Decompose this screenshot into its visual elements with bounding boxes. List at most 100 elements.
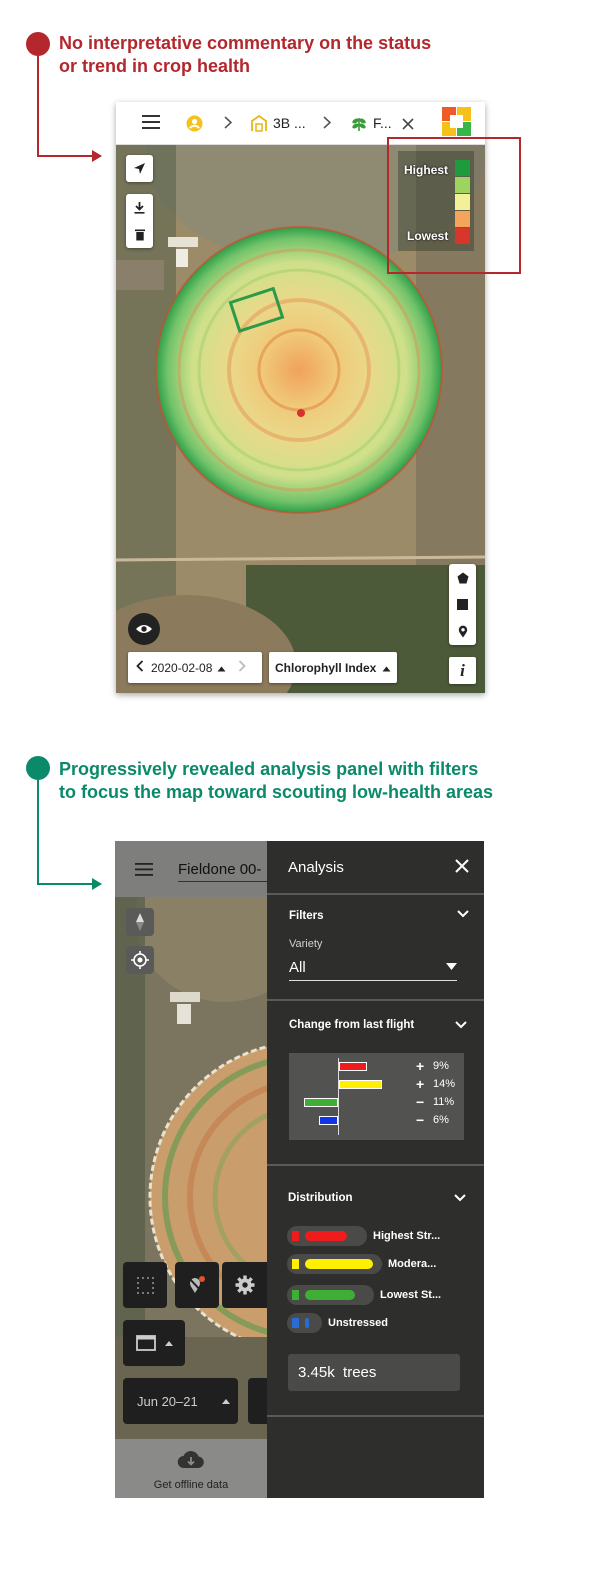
tree-count: 3.45k trees [298, 1364, 377, 1381]
chevron-down-icon[interactable] [455, 1021, 467, 1029]
change-bar [303, 1098, 338, 1107]
change-percent: 11% [433, 1096, 455, 1108]
grid-select-button[interactable] [123, 1262, 167, 1308]
change-percent: 9% [433, 1060, 449, 1072]
annotation-text-1: No interpretative commentary on the stat… [59, 32, 431, 78]
previous-date-button[interactable] [136, 660, 144, 675]
next-date-button[interactable] [238, 660, 247, 675]
breadcrumb-field[interactable]: F... [373, 115, 392, 131]
compass-button[interactable] [126, 908, 154, 936]
close-panel-button[interactable] [455, 859, 469, 878]
distribution-label: Lowest St... [380, 1289, 442, 1301]
distribution-row[interactable]: Highest Str... [287, 1226, 440, 1246]
caret-up-icon [217, 661, 226, 675]
header-bar: Fieldone 00- [115, 841, 267, 897]
tree-count-box: 3.45k trees [288, 1354, 460, 1391]
date-selector: 2020-02-08 [128, 652, 262, 683]
date-range-selector[interactable]: Jun 20–21 [123, 1378, 238, 1424]
annotation-connector [37, 50, 39, 156]
distribution-bar [287, 1285, 374, 1305]
close-icon[interactable] [402, 117, 414, 135]
settings-button[interactable] [222, 1262, 267, 1308]
distribution-fill [305, 1290, 355, 1300]
divider [267, 893, 484, 895]
analysis-panel: Analysis Filters Variety All Change from… [267, 841, 484, 1498]
change-bar [339, 1062, 367, 1071]
caret-up-icon [165, 1340, 173, 1346]
chevron-right-icon [323, 116, 332, 134]
change-sign: − [416, 1112, 425, 1128]
breadcrumb-farm[interactable]: 3B ... [273, 115, 306, 131]
barn-icon [250, 114, 268, 137]
chevron-down-icon[interactable] [457, 910, 469, 918]
download-button[interactable] [126, 194, 153, 221]
change-sign: − [416, 1094, 425, 1110]
square-icon [457, 599, 468, 610]
annotation-connector [37, 775, 39, 885]
distribution-fill [305, 1259, 373, 1269]
leaf-icon [350, 114, 368, 137]
distribution-swatch [292, 1231, 299, 1241]
map-area: Fieldone 00- Jun 20–21 Get offline data [115, 841, 267, 1498]
divider [267, 1415, 484, 1417]
distribution-fill [305, 1231, 347, 1241]
pin-off-icon [187, 1276, 205, 1294]
scout-pin-button[interactable] [175, 1262, 219, 1308]
trash-icon [134, 229, 145, 241]
menu-icon[interactable] [142, 115, 160, 134]
divider [267, 1164, 484, 1166]
secondary-selector[interactable] [248, 1378, 267, 1424]
variety-select[interactable]: All [289, 956, 457, 981]
distribution-row[interactable]: Lowest St... [287, 1285, 441, 1305]
locate-button[interactable] [126, 155, 153, 182]
user-icon[interactable] [186, 115, 203, 137]
pin-icon [458, 625, 467, 638]
distribution-label: Modera... [388, 1258, 437, 1270]
filters-title: Filters [289, 910, 324, 922]
draw-rectangle-button[interactable] [449, 591, 476, 618]
basemap-button[interactable] [123, 1320, 185, 1366]
file-actions [126, 194, 153, 248]
divider [267, 999, 484, 1001]
gear-icon [235, 1275, 254, 1295]
distribution-label: Highest Str... [373, 1230, 441, 1242]
close-icon [455, 859, 469, 873]
info-button[interactable]: i [449, 657, 476, 684]
field-name-input[interactable]: Fieldone 00- [178, 861, 267, 882]
distribution-row[interactable]: Unstressed [287, 1313, 388, 1333]
annotation-connector [37, 883, 93, 885]
download-icon [134, 202, 145, 214]
offline-bar[interactable]: Get offline data [115, 1439, 267, 1498]
annotation-arrow [92, 150, 102, 162]
chevron-right-icon [239, 660, 247, 672]
change-sign: + [416, 1076, 425, 1092]
offline-label: Get offline data [153, 1479, 229, 1491]
annotation-line: Progressively revealed analysis panel wi… [59, 759, 479, 779]
annotation-text-2: Progressively revealed analysis panel wi… [59, 758, 493, 804]
cloud-download-icon [177, 1451, 204, 1469]
app-logo [442, 107, 471, 141]
annotation-connector [37, 155, 93, 157]
change-percent: 6% [433, 1114, 449, 1126]
draw-tools [449, 564, 476, 645]
layer-selector[interactable]: Chlorophyll Index [269, 652, 397, 683]
menu-icon[interactable] [135, 863, 153, 881]
my-location-button[interactable] [126, 946, 154, 974]
delete-button[interactable] [126, 221, 153, 248]
draw-polygon-button[interactable] [449, 564, 476, 591]
date-value[interactable]: 2020-02-08 [151, 661, 212, 675]
distribution-fill [305, 1318, 309, 1328]
window-icon [136, 1335, 156, 1351]
change-percent: 14% [433, 1078, 456, 1090]
caret-up-icon [382, 661, 391, 675]
pentagon-icon [457, 572, 468, 583]
visibility-toggle-button[interactable] [128, 613, 160, 645]
chevron-down-icon[interactable] [454, 1194, 466, 1202]
distribution-row[interactable]: Modera... [287, 1254, 436, 1274]
drop-pin-button[interactable] [449, 618, 476, 645]
variety-label: Variety [289, 938, 323, 950]
chevron-right-icon [224, 116, 233, 134]
layer-name: Chlorophyll Index [275, 660, 377, 675]
change-title: Change from last flight [289, 1019, 415, 1031]
navigation-icon [134, 163, 145, 174]
